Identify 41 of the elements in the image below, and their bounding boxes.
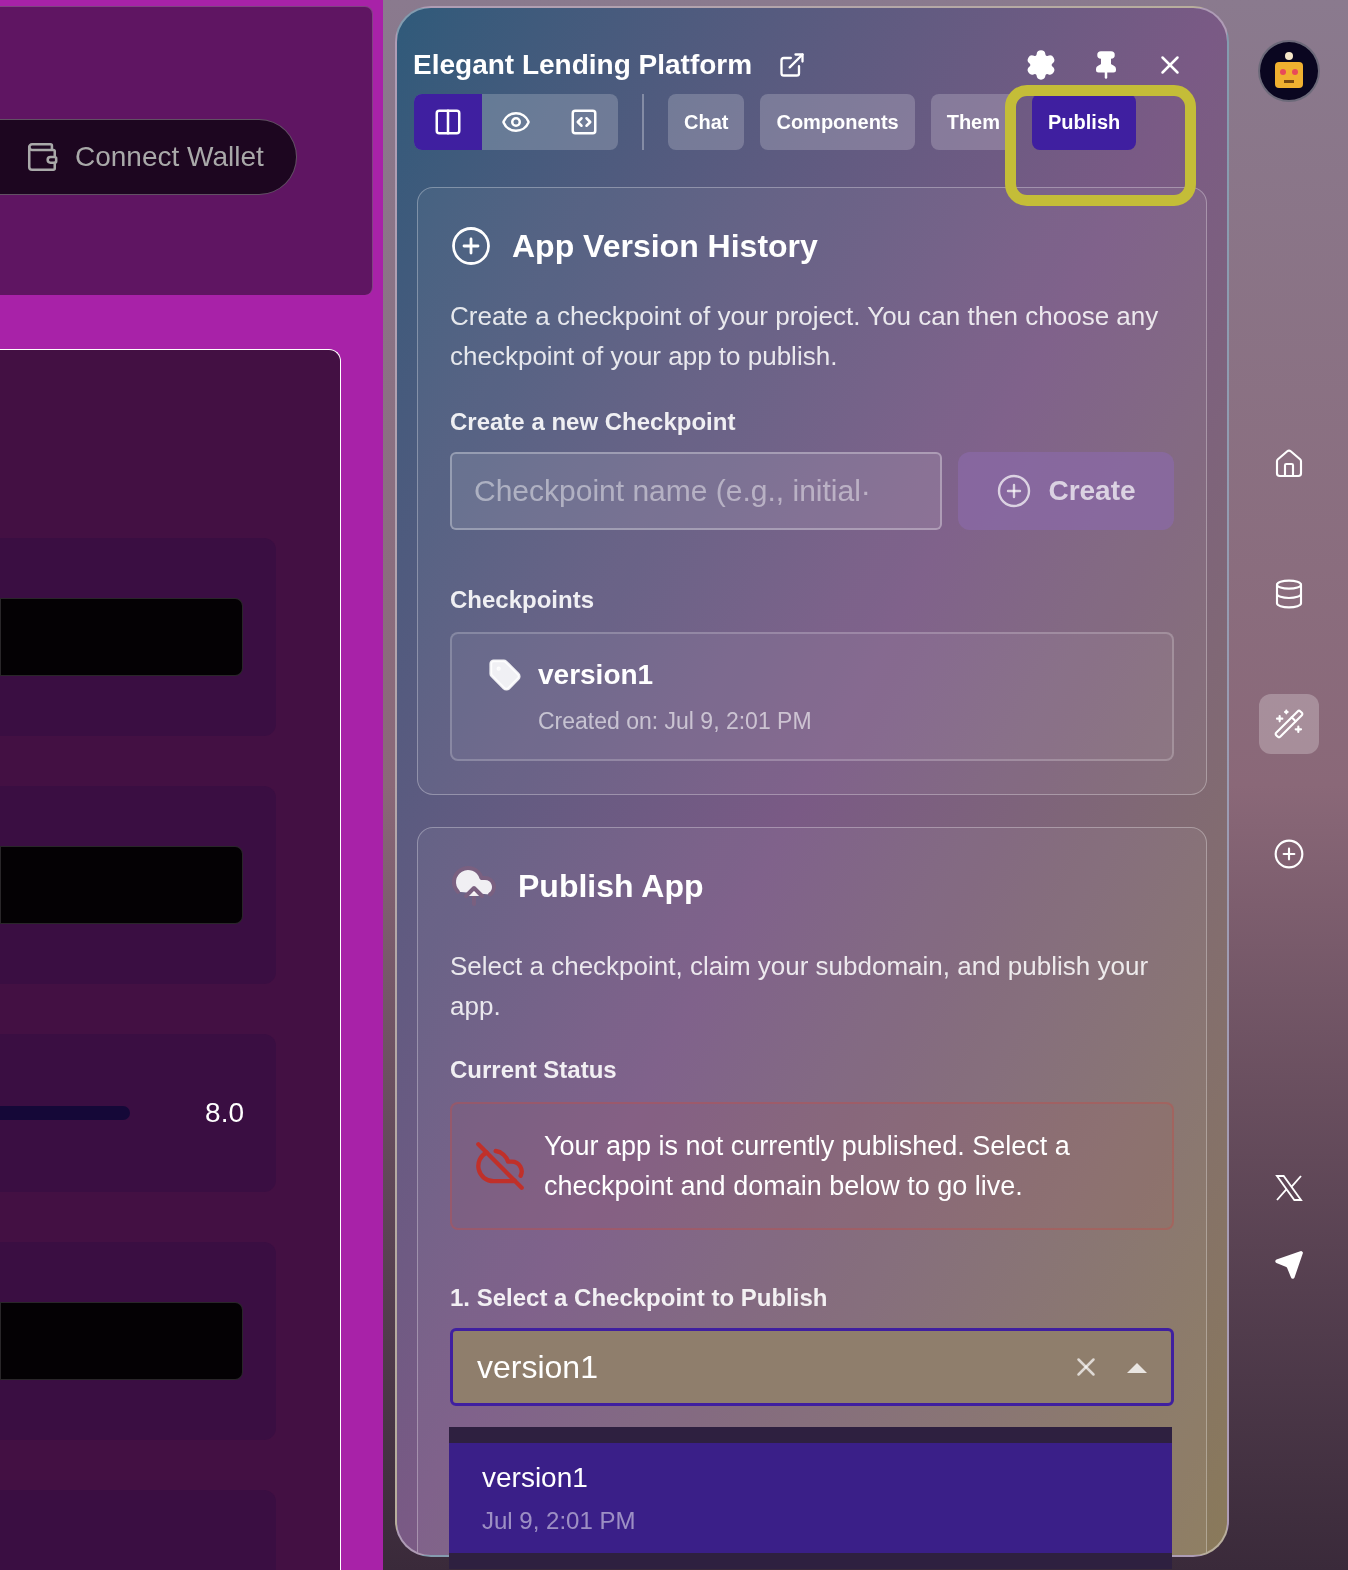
slider-reading: 8.0 (205, 1096, 244, 1130)
layout-icon (433, 107, 463, 137)
add-circle-icon (1272, 838, 1305, 870)
tag-icon (488, 658, 522, 692)
checkpoint-date: Created on: Jul 9, 2:01 PM (538, 707, 812, 736)
dropdown-option[interactable]: version1 Jul 9, 2:01 PM (449, 1443, 1172, 1553)
slider-track[interactable] (0, 1106, 130, 1120)
settings-icon[interactable] (1025, 49, 1057, 81)
view-mode-button[interactable] (414, 94, 482, 150)
add-circle-icon (996, 473, 1033, 509)
magic-wand-icon (1272, 708, 1305, 740)
x-logo-icon[interactable] (1272, 1172, 1305, 1204)
field-label: Current Status (450, 1054, 618, 1085)
option-date: Jul 9, 2:01 PM (482, 1506, 637, 1536)
section-title: Publish App (518, 866, 704, 906)
wallet-icon (25, 140, 59, 174)
option-name: version1 (482, 1461, 589, 1495)
window-title: Elegant Lending Platform (413, 48, 753, 82)
field-label: Checkpoints (450, 585, 596, 615)
status-message: Your app is not currently published. Select a checkpoint and domain below to go live. (544, 1129, 1071, 1203)
checkpoint-name: version1 (538, 658, 655, 692)
section-description: Create a checkpoint of your project. You can then choose any checkpoint of your app to publish. (450, 300, 1160, 373)
caret-up-icon[interactable] (1127, 1360, 1147, 1373)
sidebar-item[interactable] (1258, 694, 1319, 754)
select-value: version1 (477, 1347, 598, 1387)
checkpoint-select[interactable]: version1 (450, 1327, 1174, 1406)
field-label: Create a new Checkpoint (450, 407, 737, 437)
external-link-icon[interactable] (778, 51, 807, 79)
section-description: Select a checkpoint, claim your subdomain, and publish your app. (450, 949, 1150, 1023)
code-icon (569, 107, 599, 137)
connect-wallet-button[interactable]: Connect Wallet (0, 119, 297, 195)
tab[interactable]: Components (760, 94, 915, 150)
add-circle-icon (450, 225, 492, 267)
create-button[interactable]: Create (958, 452, 1174, 530)
section-title: App Version History (512, 227, 818, 266)
tab[interactable]: Publish (1032, 94, 1137, 150)
tab[interactable]: Chat (668, 94, 745, 150)
send-icon[interactable] (1273, 1250, 1304, 1280)
field-label: 1. Select a Checkpoint to Publish (450, 1282, 829, 1313)
checkpoint-item[interactable]: version1 Created on: Jul 9, 2:01 PM (450, 632, 1174, 761)
cloud-off-icon (474, 1139, 526, 1192)
